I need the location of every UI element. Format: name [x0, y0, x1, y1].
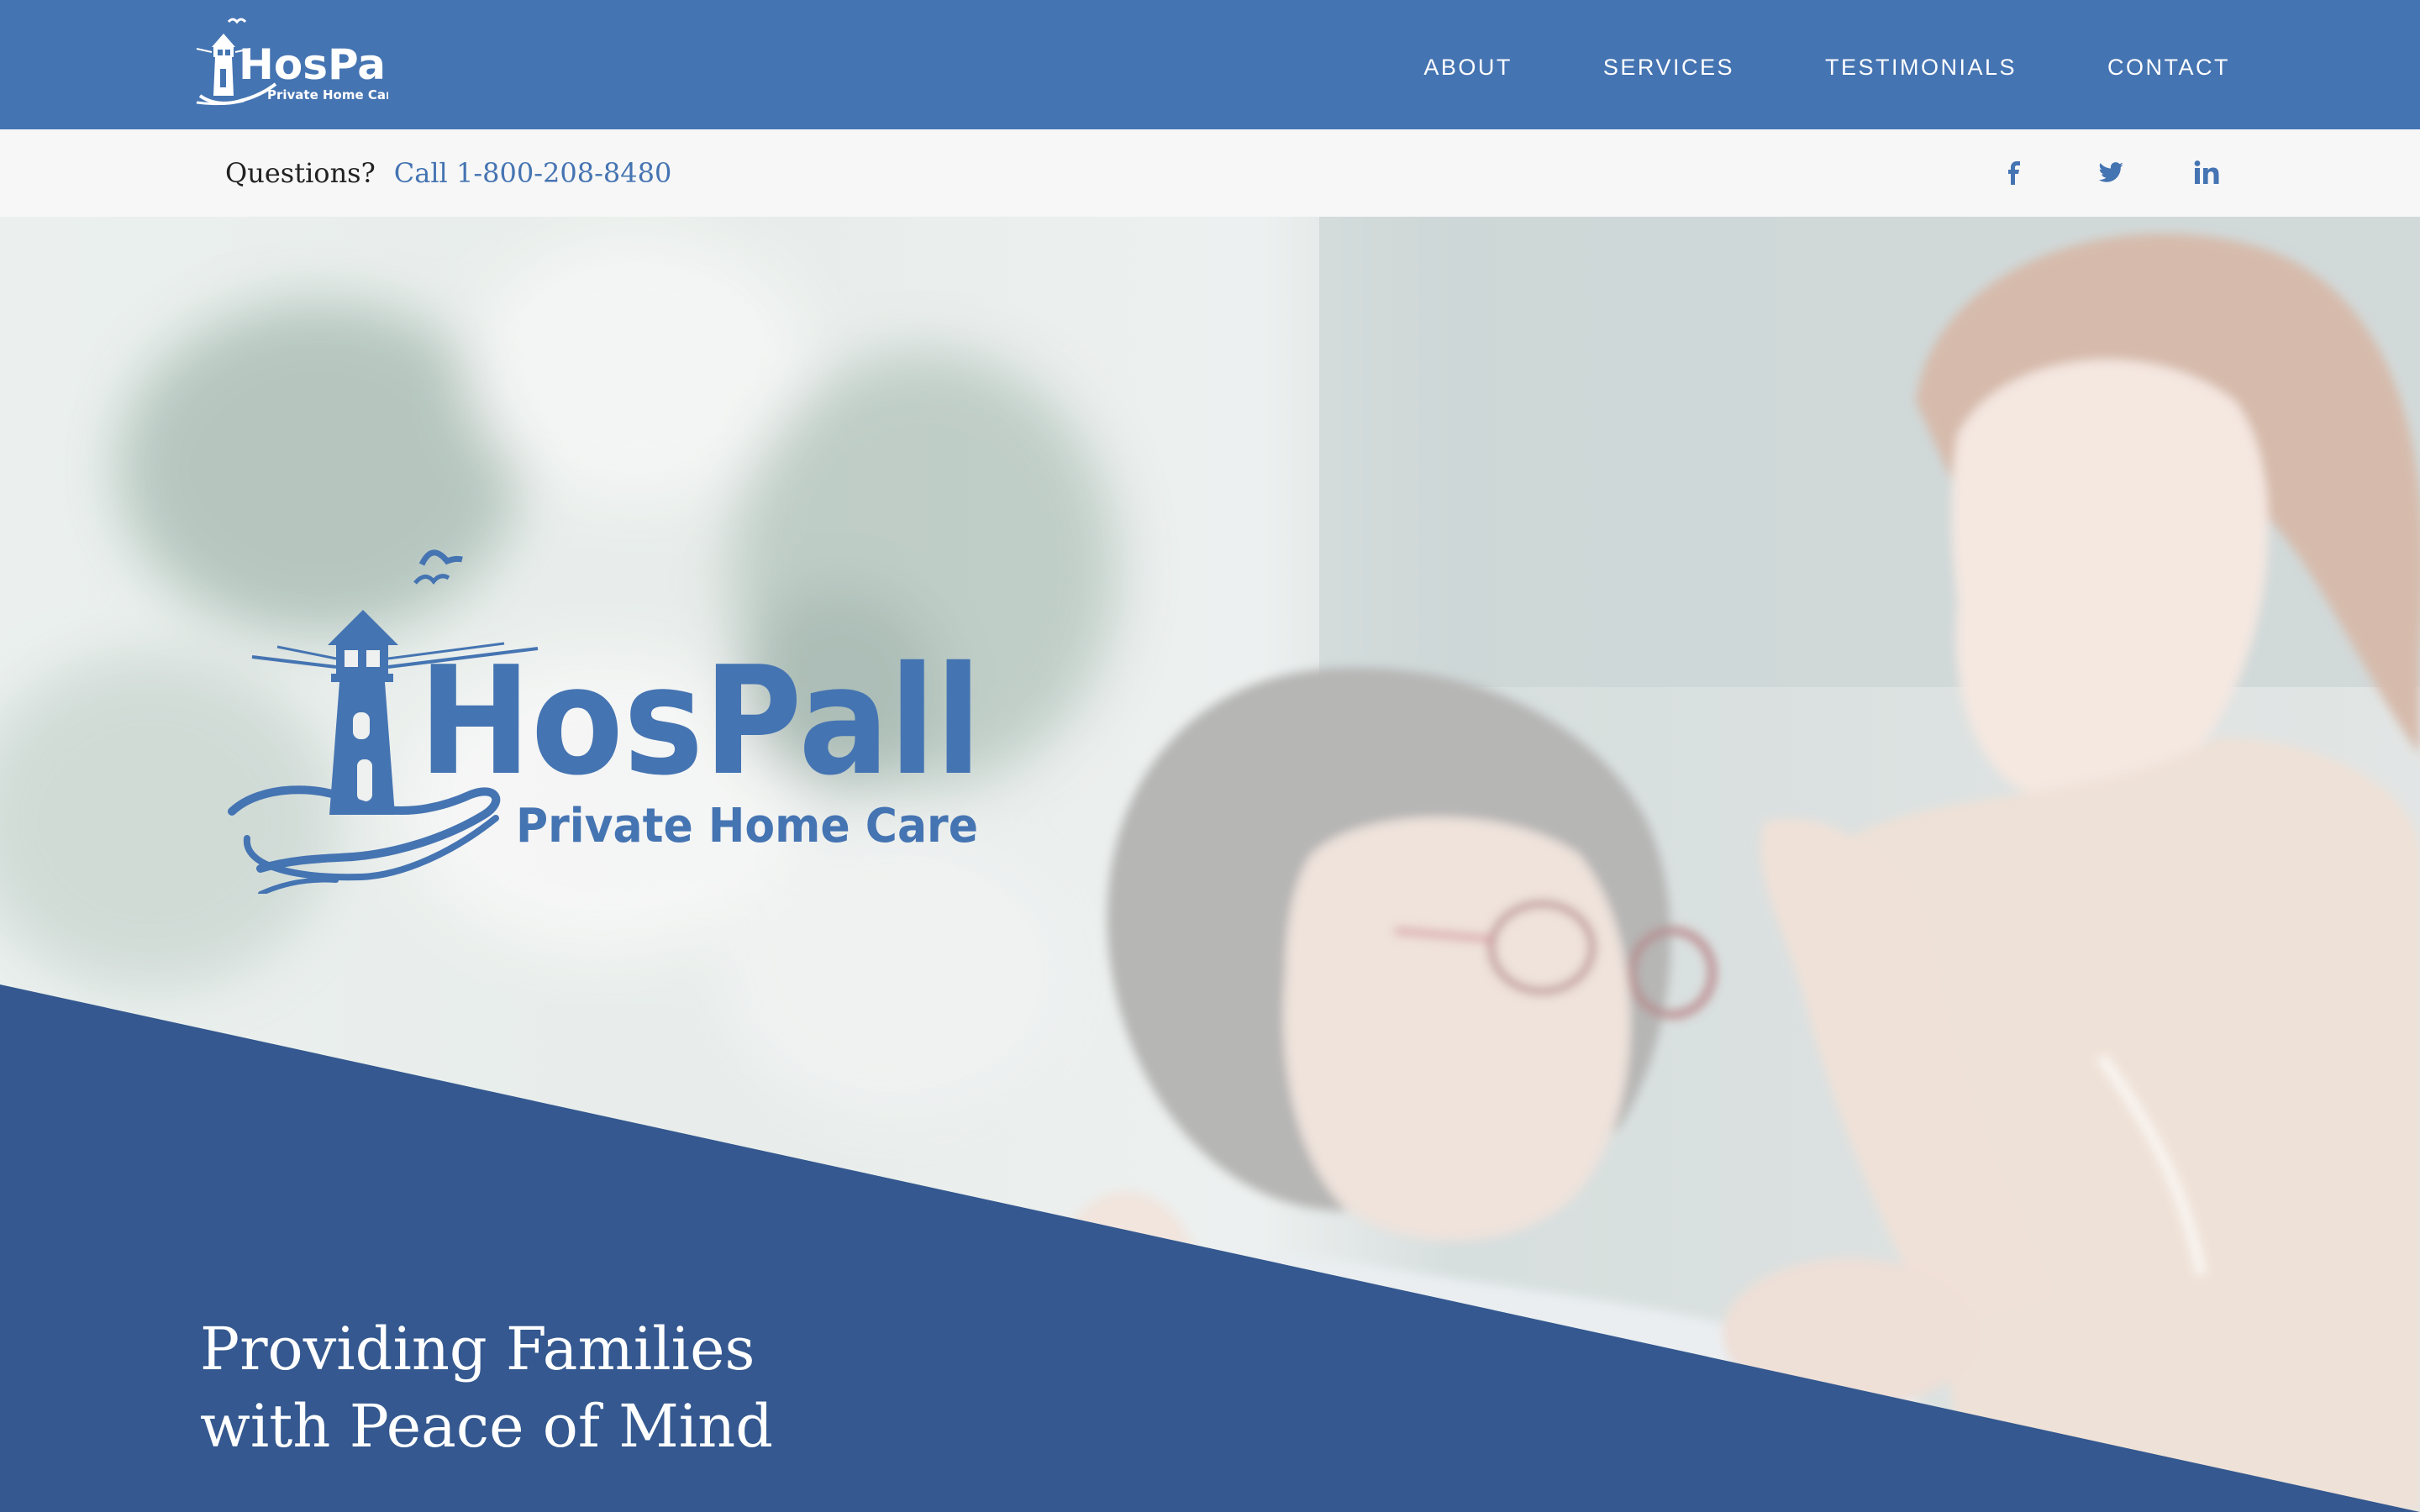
- site-logo[interactable]: HosPall Private Home Care: [195, 15, 414, 106]
- top-navbar: HosPall Private Home Care ABOUT SERVICES…: [0, 0, 2420, 129]
- contact-info-bar: Questions? Call 1-800-208-8480: [0, 129, 2420, 217]
- hero-heading-line-1: Providing Families: [200, 1315, 755, 1383]
- facebook-icon: [2008, 161, 2020, 185]
- lighthouse-logo-icon: HosPall Private Home Care: [196, 18, 414, 106]
- nav-link-about[interactable]: ABOUT: [1423, 55, 1512, 81]
- linkedin-icon: [2194, 160, 2219, 184]
- facebook-link[interactable]: [1996, 155, 2033, 192]
- questions-line: Questions? Call 1-800-208-8480: [225, 129, 671, 217]
- logo-wordmark: HosPall: [239, 40, 388, 89]
- hero-heading: Providing Families with Peace of Mind: [200, 1310, 773, 1465]
- nav-link-testimonials[interactable]: TESTIMONIALS: [1825, 55, 2017, 81]
- twitter-icon: [2098, 162, 2123, 182]
- social-links: [1996, 129, 2225, 217]
- logo-tagline: Private Home Care: [267, 87, 388, 102]
- call-phone-link[interactable]: Call 1-800-208-8480: [394, 157, 672, 189]
- linkedin-link[interactable]: [2188, 155, 2225, 192]
- hero-heading-line-2: with Peace of Mind: [200, 1392, 774, 1461]
- nav-link-contact[interactable]: CONTACT: [2107, 55, 2230, 81]
- questions-label: Questions?: [225, 157, 376, 189]
- main-nav: ABOUT SERVICES TESTIMONIALS CONTACT: [1423, 0, 2230, 134]
- hero-section: HosPall Private Home Care Providing Fami…: [0, 217, 2420, 1512]
- nav-link-services[interactable]: SERVICES: [1603, 55, 1734, 81]
- twitter-link[interactable]: [2092, 155, 2129, 192]
